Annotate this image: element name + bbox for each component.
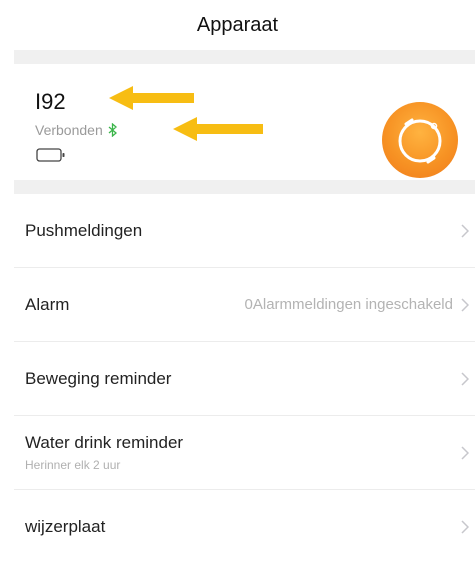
bluetooth-icon	[108, 123, 117, 137]
menu-item-alarm[interactable]: Alarm 0Alarmmeldingen ingeschakeld	[14, 268, 475, 342]
menu-item-label: Alarm	[25, 294, 70, 314]
annotation-arrow	[173, 117, 263, 141]
chevron-right-icon	[461, 223, 469, 238]
chevron-right-icon	[461, 371, 469, 386]
battery-icon	[36, 148, 65, 162]
menu-item-label: Water drink reminder	[25, 433, 184, 452]
chevron-right-icon	[461, 445, 469, 460]
chevron-right-icon	[461, 297, 469, 312]
annotation-arrow	[109, 86, 194, 110]
settings-menu: Pushmeldingen Alarm 0Alarmmeldingen inge…	[14, 194, 475, 563]
menu-item-pushmeldingen[interactable]: Pushmeldingen	[14, 194, 475, 268]
page-header: Apparaat	[0, 0, 475, 50]
menu-item-beweging-reminder[interactable]: Beweging reminder	[14, 342, 475, 416]
menu-item-label: Beweging reminder	[25, 368, 172, 388]
alarm-count: 0Alarmmeldingen ingeschakeld	[244, 296, 453, 313]
device-status: Verbonden	[35, 122, 118, 138]
menu-item-wijzerplaat[interactable]: wijzerplaat	[14, 490, 475, 563]
menu-item-label: wijzerplaat	[25, 516, 106, 536]
device-avatar[interactable]	[382, 102, 458, 178]
connection-status: Verbonden	[35, 122, 103, 138]
page-title: Apparaat	[196, 13, 279, 36]
menu-item-text: Water drink reminder Herinner elk 2 uur	[14, 433, 183, 472]
menu-item-label: Pushmeldingen	[25, 220, 143, 240]
menu-item-water-drink-reminder[interactable]: Water drink reminder Herinner elk 2 uur	[14, 416, 475, 490]
smartwatch-icon	[398, 118, 442, 164]
section-divider	[14, 180, 475, 194]
menu-item-subtitle: Herinner elk 2 uur	[25, 458, 121, 472]
chevron-right-icon	[461, 519, 469, 534]
device-name: I92	[35, 89, 66, 114]
section-divider	[14, 50, 475, 64]
